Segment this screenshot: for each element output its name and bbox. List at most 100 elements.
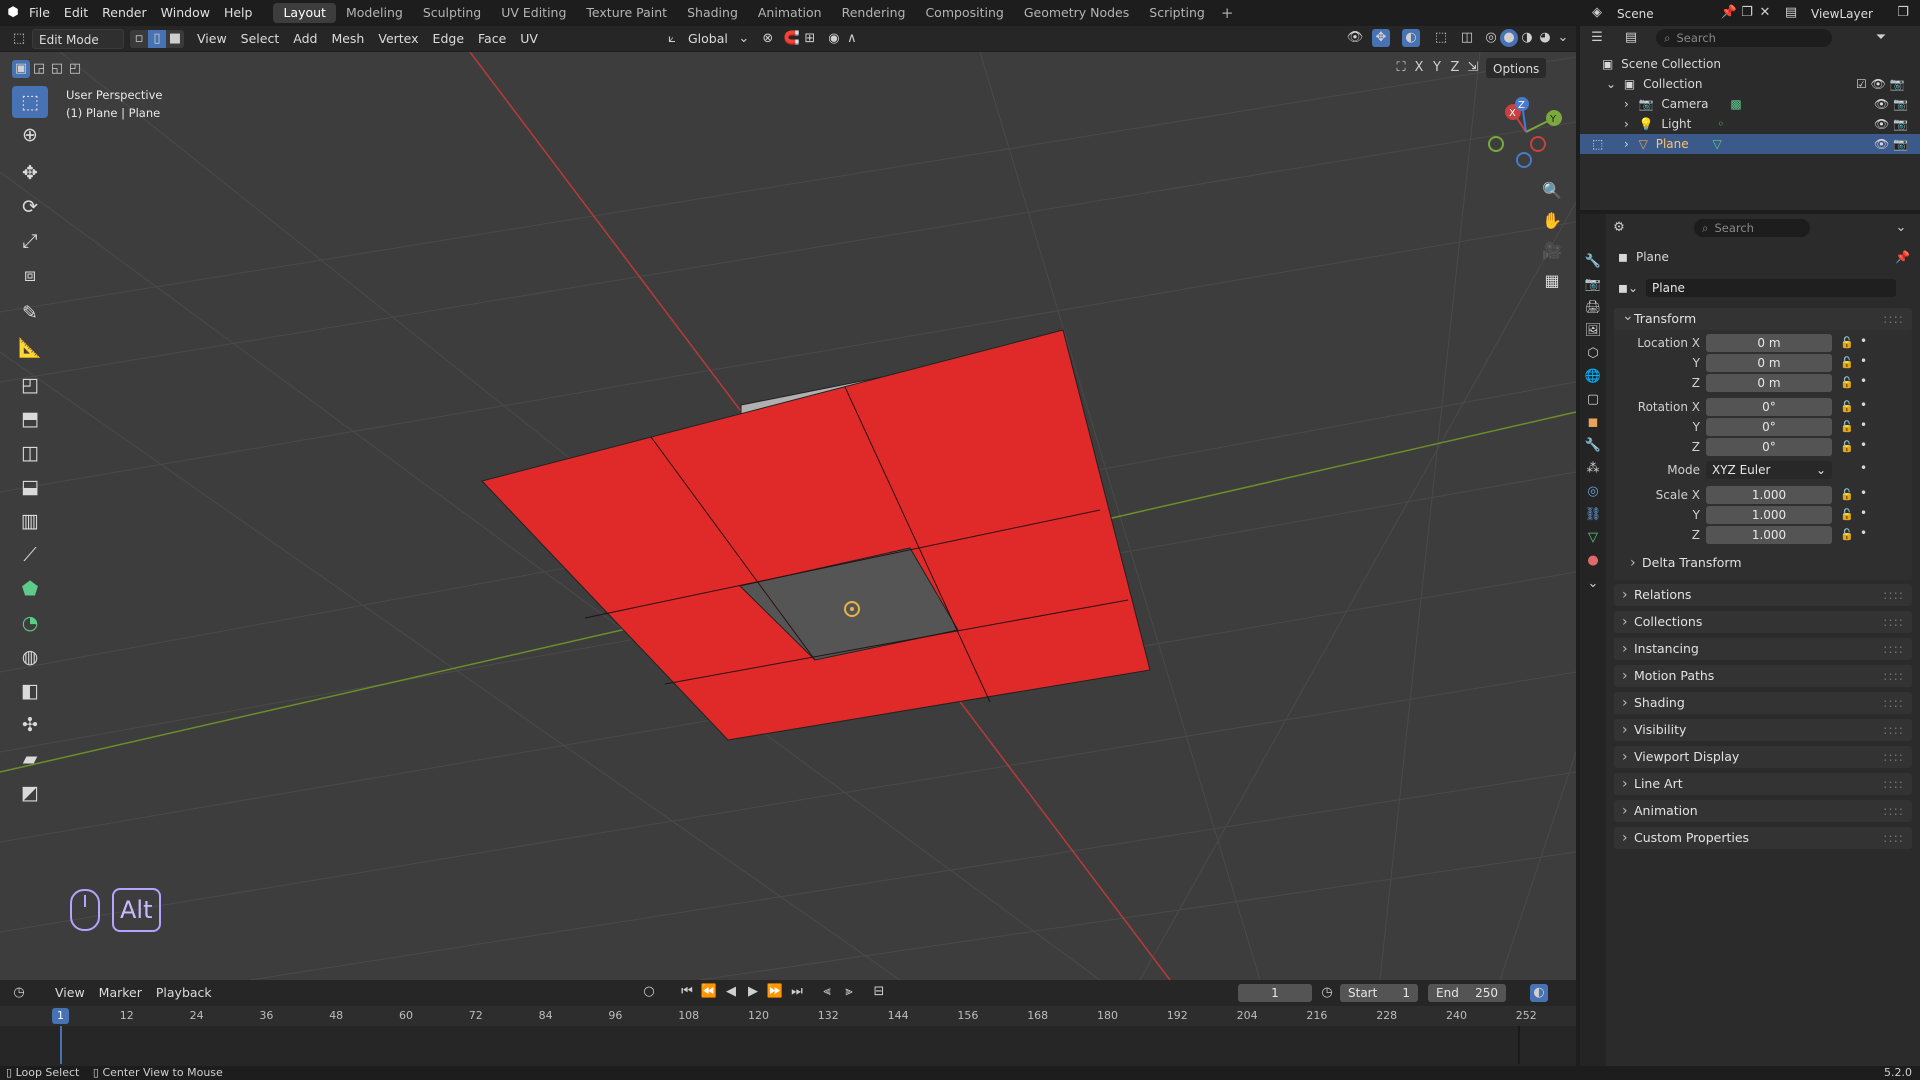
menu-help[interactable]: Help xyxy=(217,0,260,26)
shading-options-icon[interactable]: ⌄ xyxy=(1554,29,1572,47)
jump-start-icon[interactable]: ⏮ xyxy=(678,983,696,1001)
select-invert-icon[interactable]: ◰ xyxy=(66,60,84,78)
menu-edit[interactable]: Edit xyxy=(57,0,95,26)
scene-icon[interactable]: ◈ xyxy=(1588,4,1606,22)
tab-shading[interactable]: Shading xyxy=(677,3,748,23)
light-data-icon[interactable]: ◦ xyxy=(1717,117,1724,131)
properties-editor-icon[interactable]: ⚙ xyxy=(1610,219,1628,237)
move-tool-icon[interactable]: ✥ xyxy=(10,156,50,190)
panel-instancing[interactable]: Instancing:::: xyxy=(1614,638,1912,660)
drag-handle-icon[interactable]: :::: xyxy=(1883,692,1904,714)
keyframe-dot-icon[interactable]: • xyxy=(1860,438,1867,452)
next-keyframe-icon[interactable]: ⏩ xyxy=(766,983,784,1001)
particles-tab-icon[interactable]: ⁂ xyxy=(1587,461,1600,476)
clock-icon[interactable]: ◷ xyxy=(1318,984,1336,1002)
solid-shading-icon[interactable]: ● xyxy=(1500,29,1518,47)
panel-line-art[interactable]: Line Art:::: xyxy=(1614,773,1912,795)
lock-icon[interactable]: 🔓 xyxy=(1840,440,1854,453)
timeline-tracks[interactable] xyxy=(0,1026,1576,1064)
ortho-grid-icon[interactable]: ▦ xyxy=(1538,266,1566,294)
render-tab-icon[interactable]: 📷 xyxy=(1585,277,1601,292)
prev-marker-icon[interactable]: ⫷ xyxy=(818,983,836,1001)
object-tab-icon[interactable]: ◼ xyxy=(1588,415,1599,430)
tree-item-plane[interactable]: ⬚ › ▽ Plane ▽ 👁 📷 xyxy=(1580,134,1920,154)
gizmo-neg-y-handle[interactable] xyxy=(1488,136,1504,152)
object-name-field[interactable]: Plane xyxy=(1646,279,1897,297)
viewlayer-icon[interactable]: ▤ xyxy=(1782,4,1800,22)
chevron-down-icon[interactable]: ⌄ xyxy=(1588,576,1599,591)
menu-window[interactable]: Window xyxy=(154,0,217,26)
camera-render-icon[interactable]: 📷 xyxy=(1893,137,1908,151)
blender-logo-icon[interactable]: ⬢ xyxy=(4,4,22,22)
chevron-right-icon[interactable]: › xyxy=(1624,97,1629,111)
outliner-search-input[interactable]: ⌕ Search xyxy=(1656,29,1832,47)
material-shading-icon[interactable]: ◑ xyxy=(1518,29,1536,47)
transform-panel-header[interactable]: Transform :::: xyxy=(1614,305,1912,330)
end-frame-field[interactable]: End 250 xyxy=(1428,984,1506,1002)
options-dropdown[interactable]: Options xyxy=(1486,58,1547,78)
tree-item-camera[interactable]: › 📷 Camera ▩ 👁 📷 xyxy=(1580,94,1920,114)
current-frame-marker[interactable]: 1 xyxy=(52,1008,69,1024)
transform-orientation-selector[interactable]: Global xyxy=(681,29,735,49)
face-select-icon[interactable]: ■ xyxy=(166,29,184,48)
add-workspace-button[interactable]: + xyxy=(1215,4,1240,22)
header-menu-mesh[interactable]: Mesh xyxy=(324,29,371,49)
keyframe-dot-icon[interactable]: • xyxy=(1860,334,1867,348)
timeline-editor-icon[interactable]: ◷ xyxy=(10,984,28,1002)
collection-tab-icon[interactable]: ▢ xyxy=(1587,392,1599,407)
rotation-x-field[interactable]: 0° xyxy=(1706,398,1832,416)
select-extend-icon[interactable]: ◲ xyxy=(30,60,48,78)
chevron-right-icon[interactable]: › xyxy=(1624,137,1629,151)
camera-view-icon[interactable]: 🎥 xyxy=(1538,236,1566,264)
keyframe-dot-icon[interactable]: • xyxy=(1860,374,1867,388)
scale-y-field[interactable]: 1.000 xyxy=(1706,506,1832,524)
data-tab-icon[interactable]: ▽ xyxy=(1588,530,1598,545)
lock-icon[interactable]: 🔓 xyxy=(1840,400,1854,413)
auto-merge-icon[interactable]: ⇲ xyxy=(1464,59,1482,77)
annotate-tool-icon[interactable]: ✎ xyxy=(10,296,50,330)
drag-handle-icon[interactable]: :::: xyxy=(1883,611,1904,633)
mirror-y-toggle[interactable]: Y xyxy=(1428,59,1446,77)
record-icon[interactable]: ○ xyxy=(640,983,658,1001)
panel-collections[interactable]: Collections:::: xyxy=(1614,611,1912,633)
chevron-down-icon[interactable]: ⌄ xyxy=(1892,219,1910,237)
timeline-menu-view[interactable]: View xyxy=(48,983,92,1003)
panel-viewport-display[interactable]: Viewport Display:::: xyxy=(1614,746,1912,768)
delta-transform-subpanel[interactable]: Delta Transform xyxy=(1622,552,1908,574)
inset-tool-icon[interactable]: ◫ xyxy=(10,436,50,470)
proportional-edit-icon[interactable]: ◉ xyxy=(825,30,843,48)
tab-sculpting[interactable]: Sculpting xyxy=(413,3,491,23)
drag-handle-icon[interactable]: :::: xyxy=(1883,584,1904,606)
lock-icon[interactable]: 🔓 xyxy=(1840,528,1854,541)
tab-animation[interactable]: Animation xyxy=(748,3,832,23)
rotation-y-field[interactable]: 0° xyxy=(1706,418,1832,436)
mesh-data-icon[interactable]: ▽ xyxy=(1712,137,1721,151)
eye-icon[interactable]: 👁 xyxy=(1874,137,1889,151)
tab-geometry-nodes[interactable]: Geometry Nodes xyxy=(1014,3,1139,23)
editor-type-icon[interactable]: ⬚ xyxy=(10,30,28,48)
falloff-icon[interactable]: ∧ xyxy=(843,30,861,48)
start-frame-field[interactable]: Start 1 xyxy=(1340,984,1418,1002)
panel-relations[interactable]: Relations:::: xyxy=(1614,584,1912,606)
drag-handle-icon[interactable]: :::: xyxy=(1883,800,1904,822)
pin-icon[interactable]: 📌 xyxy=(1720,4,1738,22)
keyframe-dot-icon[interactable]: • xyxy=(1860,398,1867,412)
add-cube-tool-icon[interactable]: ◰ xyxy=(10,368,50,402)
tab-modeling[interactable]: Modeling xyxy=(336,3,413,23)
keyframe-dot-icon[interactable]: • xyxy=(1860,526,1867,540)
shrink-fatten-tool-icon[interactable]: ✣ xyxy=(10,708,50,742)
overlay-icon[interactable]: ◐ xyxy=(1402,29,1420,47)
location-z-field[interactable]: 0 m xyxy=(1706,374,1832,392)
loop-cut-tool-icon[interactable]: ▥ xyxy=(10,504,50,538)
header-menu-edge[interactable]: Edge xyxy=(426,29,471,49)
mode-selector[interactable]: Edit Mode xyxy=(32,28,124,49)
header-menu-view[interactable]: View xyxy=(190,29,234,49)
pan-hand-icon[interactable]: ✋ xyxy=(1538,206,1566,234)
tree-item-light[interactable]: › 💡 Light ◦ 👁 📷 xyxy=(1580,114,1920,134)
keyframe-dot-icon[interactable]: • xyxy=(1860,418,1867,432)
menu-file[interactable]: File xyxy=(22,0,57,26)
jump-end-icon[interactable]: ⏭ xyxy=(788,983,806,1001)
mirror-x-toggle[interactable]: X xyxy=(1410,59,1428,77)
keying-icon[interactable]: ⊟ xyxy=(870,983,888,1001)
scale-z-field[interactable]: 1.000 xyxy=(1706,526,1832,544)
